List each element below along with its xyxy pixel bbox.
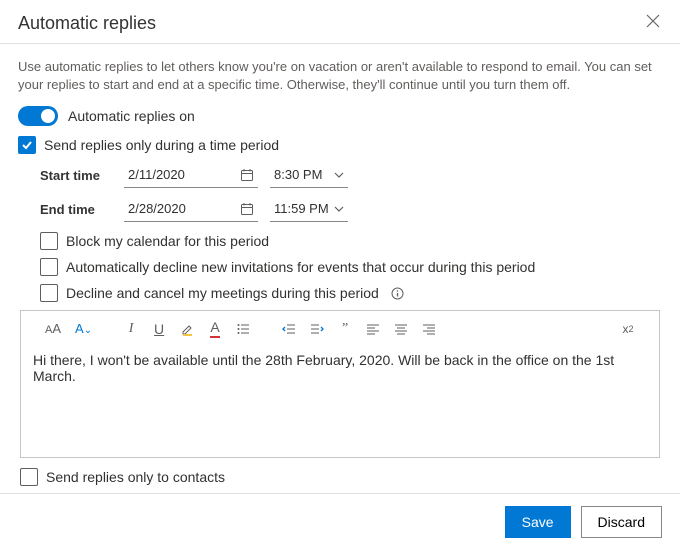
indent-icon <box>310 322 324 336</box>
bullet-list-button[interactable] <box>236 322 250 336</box>
start-date-value: 2/11/2020 <box>128 167 185 182</box>
start-hour-select[interactable]: 8:30 PM <box>270 162 348 188</box>
message-textarea[interactable]: Hi there, I won't be available until the… <box>21 346 659 390</box>
discard-button[interactable]: Discard <box>581 506 662 538</box>
end-time-label: End time <box>40 202 112 217</box>
message-editor: AA A⌄ I U A ” <box>20 310 660 458</box>
dialog-footer: Save Discard <box>0 493 680 552</box>
align-center-button[interactable] <box>394 322 408 336</box>
start-date-input[interactable]: 2/11/2020 <box>124 162 258 188</box>
auto-decline-label: Automatically decline new invitations fo… <box>66 259 535 275</box>
start-hour-value: 8:30 PM <box>274 167 322 182</box>
align-center-icon <box>394 322 408 336</box>
font-decrease-button[interactable]: A⌄ <box>75 321 92 336</box>
align-left-icon <box>366 322 380 336</box>
close-icon <box>646 14 660 28</box>
chevron-down-icon <box>334 204 344 214</box>
font-color-icon: A <box>210 319 219 338</box>
superscript-button[interactable]: x2 <box>621 322 635 336</box>
end-date-input[interactable]: 2/28/2020 <box>124 196 258 222</box>
align-right-icon <box>422 322 436 336</box>
start-time-label: Start time <box>40 168 112 183</box>
font-increase-icon: AA <box>45 321 61 336</box>
outdent-button[interactable] <box>282 322 296 336</box>
bullets-icon <box>236 322 250 336</box>
calendar-icon <box>240 202 254 216</box>
contacts-only-checkbox[interactable] <box>20 468 38 486</box>
italic-button[interactable]: I <box>124 321 138 337</box>
chevron-down-icon <box>334 170 344 180</box>
underline-button[interactable]: U <box>152 321 166 337</box>
description-text: Use automatic replies to let others know… <box>18 58 662 94</box>
cancel-meetings-checkbox[interactable] <box>40 284 58 302</box>
font-increase-button[interactable]: AA <box>45 321 61 336</box>
toggle-knob <box>41 109 55 123</box>
auto-replies-toggle-label: Automatic replies on <box>68 108 195 124</box>
info-icon[interactable] <box>391 287 404 300</box>
outdent-icon <box>282 322 296 336</box>
save-button[interactable]: Save <box>505 506 571 538</box>
start-time-row: Start time 2/11/2020 8:30 PM <box>40 162 662 188</box>
highlight-icon <box>180 322 194 336</box>
auto-decline-checkbox[interactable] <box>40 258 58 276</box>
cancel-meetings-label: Decline and cancel my meetings during th… <box>66 285 379 301</box>
block-calendar-checkbox[interactable] <box>40 232 58 250</box>
font-decrease-icon: A⌄ <box>75 321 92 336</box>
font-color-button[interactable]: A <box>208 319 222 338</box>
align-left-button[interactable] <box>366 322 380 336</box>
end-date-value: 2/28/2020 <box>128 201 186 216</box>
dialog-title: Automatic replies <box>18 13 156 34</box>
align-right-button[interactable] <box>422 322 436 336</box>
end-hour-select[interactable]: 11:59 PM <box>270 196 348 222</box>
quote-button[interactable]: ” <box>338 321 352 337</box>
close-button[interactable] <box>644 10 662 37</box>
end-time-row: End time 2/28/2020 11:59 PM <box>40 196 662 222</box>
contacts-only-label: Send replies only to contacts <box>46 469 225 485</box>
highlight-button[interactable] <box>180 322 194 336</box>
time-period-label: Send replies only during a time period <box>44 137 279 153</box>
time-period-checkbox[interactable] <box>18 136 36 154</box>
indent-button[interactable] <box>310 322 324 336</box>
block-calendar-label: Block my calendar for this period <box>66 233 269 249</box>
end-hour-value: 11:59 PM <box>274 201 329 216</box>
editor-toolbar: AA A⌄ I U A ” <box>21 311 659 346</box>
calendar-icon <box>240 168 254 182</box>
auto-replies-toggle[interactable] <box>18 106 58 126</box>
